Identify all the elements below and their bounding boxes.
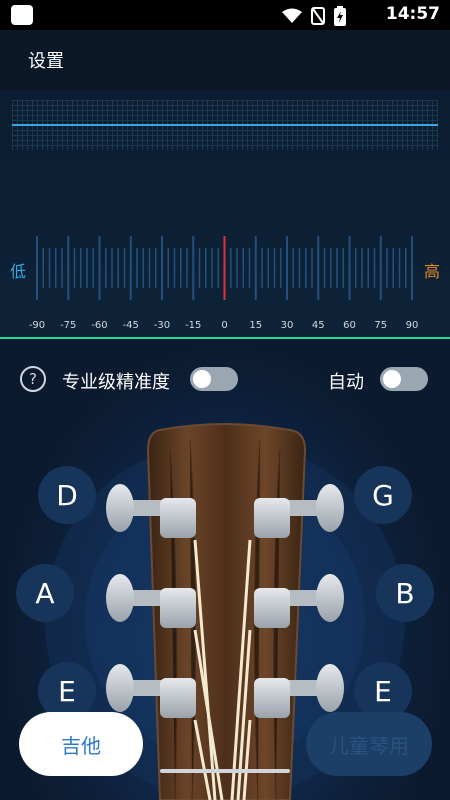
home-indicator[interactable] — [160, 769, 290, 773]
scale-tick-label: 15 — [249, 320, 263, 331]
top-bar: 设置 — [0, 30, 450, 90]
help-icon[interactable]: ? — [20, 366, 46, 392]
clock: 14:57 — [385, 4, 440, 24]
no-sim-icon — [311, 7, 325, 25]
toggle-knob — [383, 370, 401, 388]
wifi-icon — [282, 8, 302, 23]
pro-precision-toggle[interactable] — [190, 367, 238, 391]
high-label: 高 — [423, 262, 440, 281]
string-button-g[interactable]: G — [354, 466, 412, 524]
string-button-a[interactable]: A — [16, 564, 74, 622]
auto-label: 自动 — [328, 372, 364, 393]
scale-tick-label: 90 — [405, 320, 419, 331]
scale-tick-label: -90 — [28, 320, 46, 331]
string-button-b[interactable]: B — [376, 564, 434, 622]
scale-tick-label: 75 — [374, 320, 388, 331]
toggle-knob — [193, 370, 211, 388]
settings-button[interactable]: 设置 — [28, 47, 64, 73]
scale-tick-label: -30 — [153, 320, 171, 331]
scale-tick-label: -75 — [60, 320, 77, 331]
scale-tick-label: 0 — [221, 320, 228, 331]
status-bar: 14:57 — [0, 0, 450, 30]
pro-precision-label: 专业级精准度 — [62, 372, 170, 393]
scale-tick-label: -60 — [91, 320, 108, 331]
battery-icon — [334, 6, 346, 26]
scale-tick-label: 60 — [343, 320, 356, 331]
string-button-d[interactable]: D — [38, 466, 96, 524]
app-notification-icon — [11, 5, 33, 25]
status-icons — [282, 6, 346, 26]
scale-tick-label: 30 — [280, 320, 294, 331]
scale-tick-label: 45 — [311, 320, 325, 331]
tuner-panel: 低 高 -90 -75 -60 -45 -30 -15 0 15 30 45 60 75 90 — [0, 90, 450, 340]
other-instrument-button[interactable]: 儿童琴用 — [306, 712, 432, 776]
scale-tick-label: -45 — [122, 320, 139, 331]
auto-toggle[interactable] — [380, 367, 428, 391]
tuning-scale — [36, 236, 413, 300]
guitar-tab-button[interactable]: 吉他 — [19, 712, 143, 776]
scale-tick-label: -15 — [185, 320, 202, 331]
low-label: 低 — [10, 262, 27, 281]
